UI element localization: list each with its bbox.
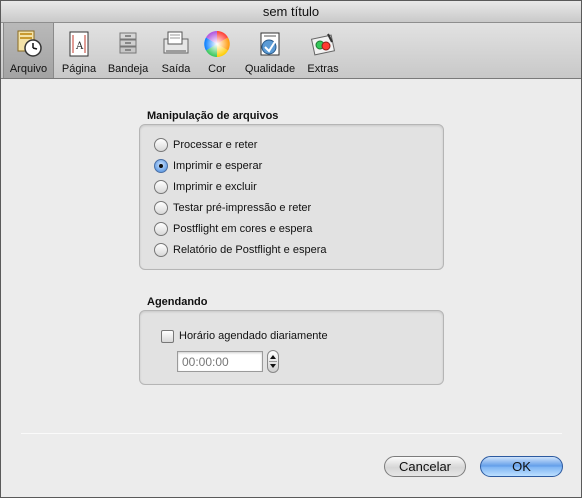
radio-postflight-cores[interactable]: Postflight em cores e espera (154, 221, 312, 237)
stepper-divider (269, 361, 277, 362)
quality-icon (255, 29, 285, 59)
tab-label: Cor (208, 63, 226, 75)
radio-button[interactable] (154, 201, 168, 215)
page-icon: A (64, 29, 94, 59)
radio-imprimir-esperar[interactable]: Imprimir e esperar (154, 158, 262, 174)
color-wheel-icon (202, 29, 232, 59)
radio-label: Processar e reter (173, 139, 258, 151)
ok-button[interactable]: OK (480, 456, 563, 477)
radio-button[interactable] (154, 180, 168, 194)
tab-bandeja[interactable]: Bandeja (105, 25, 151, 77)
tab-extras[interactable]: Extras (304, 25, 342, 77)
scheduling-group: Horário agendado diariamente 00:00:00 (139, 310, 444, 385)
tab-label: Qualidade (244, 63, 296, 75)
radio-label: Relatório de Postflight e espera (173, 244, 327, 256)
radio-label: Postflight em cores e espera (173, 223, 313, 235)
separator (21, 433, 562, 434)
radio-imprimir-excluir[interactable]: Imprimir e excluir (154, 179, 257, 195)
scheduled-daily-label: Horário agendado diariamente (179, 330, 328, 342)
tray-icon (113, 29, 143, 59)
radio-button[interactable] (154, 243, 168, 257)
radio-relatorio-postflight[interactable]: Relatório de Postflight e espera (154, 242, 326, 258)
stepper-down-icon[interactable] (270, 364, 276, 368)
window-title: sem título (1, 1, 581, 23)
tab-label: Saída (161, 63, 191, 75)
stepper-up-icon[interactable] (270, 355, 276, 359)
tab-arquivo[interactable]: Arquivo (3, 23, 54, 78)
time-stepper[interactable] (267, 350, 279, 373)
time-field[interactable]: 00:00:00 (177, 351, 263, 372)
extras-icon (308, 29, 338, 59)
toolbar: Arquivo A Página Bandeja Saída Cor Quali… (1, 23, 581, 79)
scheduling-title: Agendando (147, 296, 208, 308)
radio-label: Imprimir e esperar (173, 160, 263, 172)
scheduled-daily-row[interactable]: Horário agendado diariamente (161, 328, 328, 344)
tab-saida[interactable]: Saída (155, 25, 197, 77)
tab-label: Extras (307, 63, 339, 75)
radio-button[interactable] (154, 138, 168, 152)
file-handling-title: Manipulação de arquivos (147, 110, 279, 122)
tab-pagina[interactable]: A Página (58, 25, 100, 77)
cancel-button[interactable]: Cancelar (384, 456, 466, 477)
radio-button-selected[interactable] (154, 159, 168, 173)
tab-label: Página (61, 63, 97, 75)
clock-document-icon (14, 29, 44, 59)
tab-label: Arquivo (9, 63, 48, 75)
tab-label: Bandeja (107, 63, 149, 75)
output-icon (161, 29, 191, 59)
radio-testar-pre-impressao[interactable]: Testar pré-impressão e reter (154, 200, 311, 216)
svg-text:A: A (75, 41, 84, 52)
tab-cor[interactable]: Cor (200, 25, 234, 77)
tab-qualidade[interactable]: Qualidade (240, 25, 300, 77)
radio-label: Imprimir e excluir (173, 181, 257, 193)
print-dialog-window: sem título Arquivo A Página Bandeja Saíd… (0, 0, 582, 498)
radio-label: Testar pré-impressão e reter (173, 202, 312, 214)
file-handling-group: Processar e reter Imprimir e esperar Imp… (139, 124, 444, 270)
radio-processar-reter[interactable]: Processar e reter (154, 137, 257, 153)
scheduled-daily-checkbox[interactable] (161, 329, 174, 343)
radio-button[interactable] (154, 222, 168, 236)
